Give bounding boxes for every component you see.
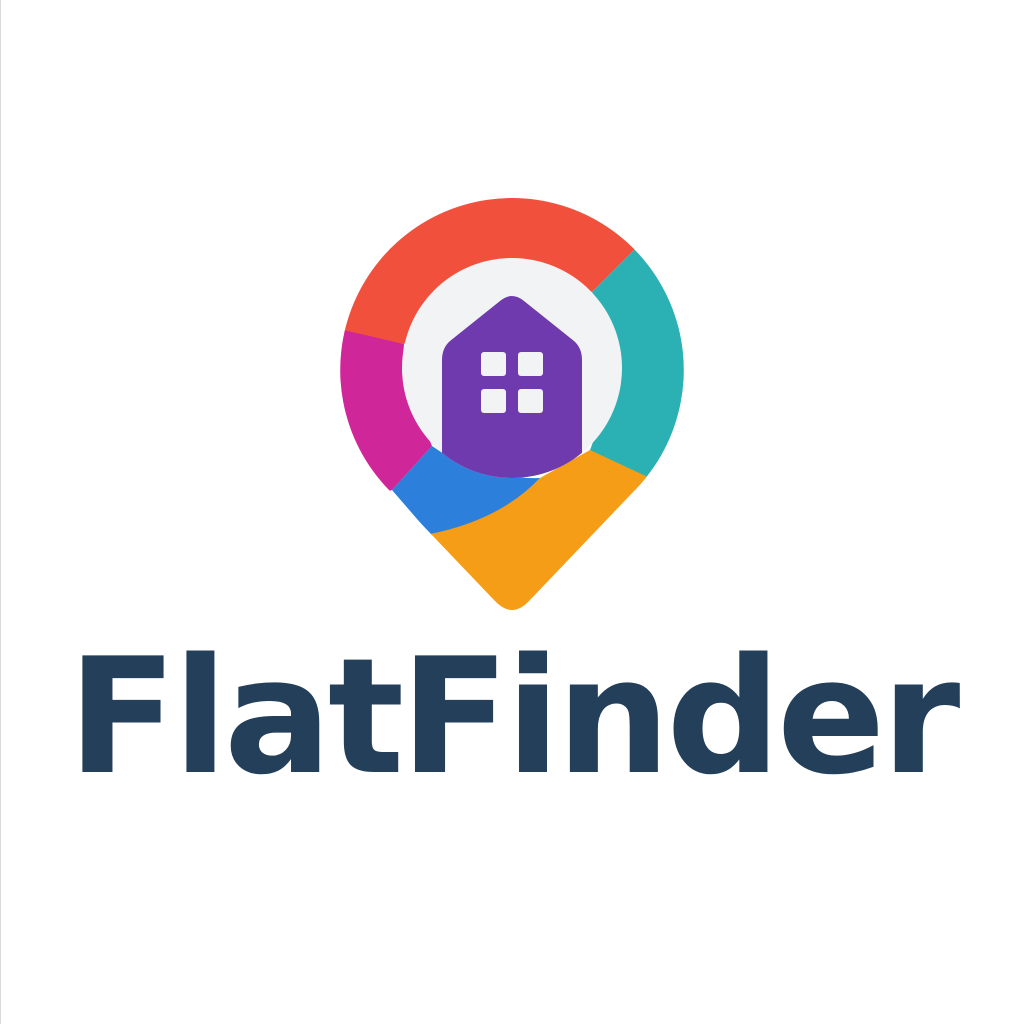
brand-wordmark: FlatFinder: [67, 623, 961, 810]
location-pin-house-icon: [340, 198, 684, 610]
logo-canvas: FlatFinder: [0, 0, 1024, 1024]
